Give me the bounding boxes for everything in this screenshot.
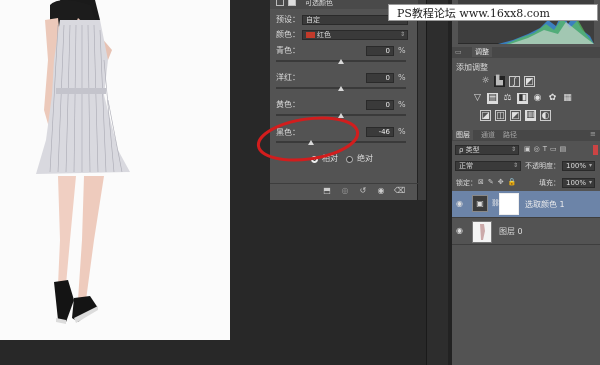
vibrance-icon[interactable]: ▽ — [472, 93, 483, 104]
blend-mode-dropdown[interactable]: 正常 ⇕ — [455, 161, 521, 171]
toolbar-divider — [270, 183, 418, 184]
preset-value: 自定 — [306, 16, 320, 24]
exposure-icon[interactable]: ◩ — [524, 76, 535, 87]
posterize-icon[interactable]: ◫ — [495, 110, 506, 121]
annotation-ellipse — [256, 116, 360, 162]
visibility-eye-icon[interactable]: ◉ — [456, 226, 466, 236]
black-white-icon[interactable]: ◧ — [517, 93, 528, 104]
tab-paths[interactable]: 路径 — [500, 130, 520, 140]
fill-label: 填充： — [539, 179, 560, 187]
filter-icons[interactable]: ▣◎T▭▤ — [524, 145, 592, 155]
curves-icon[interactable]: ∫ — [509, 76, 520, 87]
layer-row-layer0[interactable]: ◉ 图层 0 — [452, 218, 600, 245]
channel-mixer-icon[interactable]: ✿ — [547, 93, 558, 104]
layer-filter-dropdown[interactable]: ρ 类型 ⇕ — [455, 145, 519, 155]
cyan-slider-thumb[interactable] — [338, 59, 344, 64]
magenta-label: 洋红： — [276, 73, 300, 82]
trash-icon[interactable]: ⌫ — [394, 186, 405, 195]
filter-toggle[interactable] — [593, 145, 598, 155]
layer-name[interactable]: 图层 0 — [499, 226, 523, 237]
invert-icon[interactable]: ◪ — [480, 110, 491, 121]
layer-name[interactable]: 选取颜色 1 — [525, 199, 565, 210]
chevron-updown-icon: ⇕ — [510, 146, 516, 153]
layer-filter-label: ρ 类型 — [459, 146, 480, 154]
adjustment-thumbnail-icon: ▣ — [472, 195, 488, 212]
tab-channels[interactable]: 通道 — [478, 130, 498, 140]
yellow-unit: % — [398, 100, 406, 109]
visibility-eye-icon[interactable]: ◉ — [456, 199, 466, 209]
fill-value: 100% — [566, 179, 587, 187]
black-value[interactable]: -46 — [366, 127, 394, 137]
chevron-updown-icon: ⇕ — [399, 31, 405, 38]
mask-thumbnail[interactable] — [499, 193, 519, 215]
cyan-label: 青色： — [276, 46, 300, 55]
add-adjustment-label: 添加调整 — [456, 63, 488, 72]
cyan-value[interactable]: 0 — [366, 46, 394, 56]
chevron-down-icon: ▾ — [588, 179, 592, 186]
dock-column — [426, 0, 448, 365]
layer-thumbnail — [472, 221, 492, 243]
properties-scrollbar[interactable] — [418, 0, 426, 200]
magenta-unit: % — [398, 73, 406, 82]
selective-color-icon[interactable]: ◐ — [540, 110, 551, 121]
threshold-icon[interactable]: ◩ — [510, 110, 521, 121]
opacity-label: 不透明度： — [525, 162, 560, 170]
layers-tabbar — [452, 130, 600, 141]
brightness-icon[interactable]: ☼ — [480, 76, 491, 87]
magenta-value[interactable]: 0 — [366, 73, 394, 83]
properties-title: 可选颜色 — [305, 0, 333, 7]
watermark: PS教程论坛 www.16xx8.com — [388, 4, 598, 21]
yellow-value[interactable]: 0 — [366, 100, 394, 110]
photo-image — [0, 0, 230, 340]
tab-adjustments[interactable]: 调整 — [472, 47, 492, 57]
levels-icon[interactable]: ▙ — [494, 76, 505, 87]
layer-row-selective-color[interactable]: ◉ ▣ ⛓ 选取颜色 1 — [452, 191, 600, 218]
adjustment-layer-icon — [276, 0, 284, 6]
clip-to-layer-icon[interactable]: ⬒ — [322, 186, 332, 195]
hue-saturation-icon[interactable]: ▤ — [487, 93, 498, 104]
mask-icon[interactable] — [288, 0, 296, 6]
visibility-eye-icon[interactable]: ◉ — [376, 186, 386, 195]
yellow-label: 黄色： — [276, 100, 300, 109]
colors-label: 颜色： — [276, 30, 300, 39]
color-balance-icon[interactable]: ⚖ — [502, 93, 513, 104]
magenta-slider-thumb[interactable] — [338, 86, 344, 91]
panel-menu-icon[interactable]: ≡ — [590, 130, 596, 138]
view-previous-icon[interactable]: ◎ — [340, 186, 350, 195]
lock-label: 锁定： — [456, 179, 477, 187]
color-lookup-icon[interactable]: ▦ — [562, 93, 573, 104]
reset-icon[interactable]: ↺ — [358, 186, 368, 195]
gradient-map-icon[interactable]: ▥ — [525, 110, 536, 121]
opacity-value: 100% — [566, 162, 587, 170]
colors-dropdown[interactable]: 红色 ⇕ — [302, 30, 408, 40]
canvas-photo[interactable] — [0, 0, 230, 340]
collapse-icon[interactable]: ▭ — [455, 48, 462, 56]
opacity-input[interactable]: 100% ▾ — [562, 161, 595, 171]
preset-label: 预设： — [276, 15, 300, 24]
red-swatch — [306, 32, 315, 38]
chevron-down-icon: ▾ — [588, 162, 592, 169]
thumbnail-figure — [480, 224, 485, 240]
tab-layers[interactable]: 图层 — [453, 130, 473, 140]
colors-value: 红色 — [317, 31, 331, 39]
blend-mode-value: 正常 — [459, 162, 473, 170]
fill-input[interactable]: 100% ▾ — [562, 178, 595, 188]
chevron-updown-icon: ⇕ — [512, 162, 518, 169]
photo-filter-icon[interactable]: ◉ — [532, 93, 543, 104]
cyan-unit: % — [398, 46, 406, 55]
lock-icons[interactable]: ⊠✎✥🔒 — [478, 178, 520, 186]
black-unit: % — [398, 127, 406, 136]
